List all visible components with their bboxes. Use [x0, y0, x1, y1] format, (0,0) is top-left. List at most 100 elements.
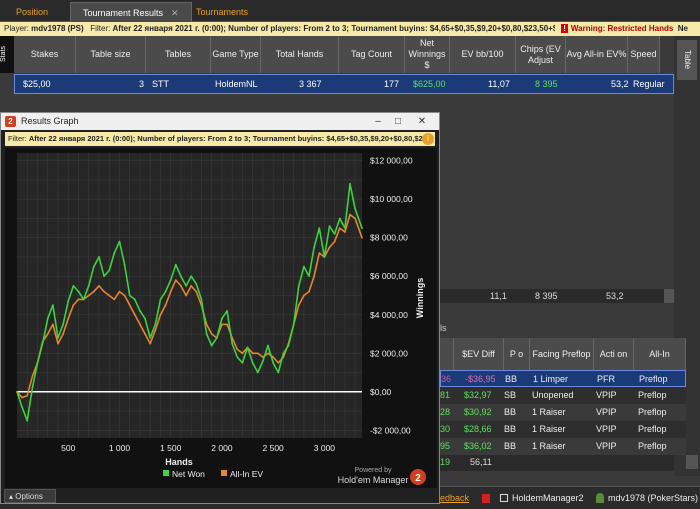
data-point — [226, 310, 228, 312]
data-point — [349, 213, 351, 216]
total-allin-ev: 53,2 — [606, 291, 624, 301]
table-row[interactable]: 36 -$36,95 BB 1 Limper PFR Preflop — [440, 370, 686, 387]
filter-value[interactable]: After 22 января 2021 г. (0:00); Number o… — [29, 134, 427, 143]
col-header[interactable]: Facing Preflop — [530, 338, 594, 370]
table-row[interactable]: 30 $28,66 BB 1 Raiser VPIP Preflop — [440, 421, 686, 438]
data-point — [308, 275, 310, 278]
x-tick-label: 2 000 — [211, 443, 233, 453]
total-chips: 8 395 — [535, 291, 558, 301]
table-row[interactable]: $25,00 3 STT HoldemNL 3 367 177 $625,00 … — [14, 74, 674, 94]
data-point — [297, 304, 300, 307]
close-icon[interactable]: ✕ — [171, 8, 179, 18]
user-name[interactable]: mdv1978 (PokerStars) — [608, 491, 698, 506]
cell-allin: Preflop — [638, 407, 667, 417]
table-row[interactable]: 81 $32,97 SB Unopened VPIP Preflop — [440, 387, 686, 404]
restricted-hands-warning[interactable]: ! Warning: Restricted Hands Ne — [555, 22, 688, 36]
data-point — [149, 342, 152, 345]
data-point — [51, 304, 54, 307]
data-point — [210, 344, 213, 347]
col-header[interactable]: All-In — [634, 338, 686, 370]
data-point — [41, 342, 44, 345]
info-icon[interactable]: i — [422, 133, 434, 145]
cell-ev-diff: -$36,95 — [465, 374, 496, 384]
col-header[interactable]: Tables — [146, 36, 211, 73]
data-point — [174, 279, 177, 281]
data-point — [313, 246, 316, 249]
data-point — [21, 406, 24, 409]
cell-table-size: 3 — [139, 79, 145, 89]
data-point — [139, 323, 141, 326]
data-point — [113, 298, 116, 301]
data-point — [128, 304, 131, 307]
col-header[interactable]: Speed — [628, 36, 660, 73]
data-point — [333, 232, 336, 235]
col-header[interactable]: Acti on — [594, 338, 634, 370]
col-header[interactable]: Tag Count — [339, 36, 405, 73]
cell-action: VPIP — [596, 390, 617, 400]
table-side-tab[interactable]: Table — [677, 40, 697, 80]
maximize-button[interactable]: □ — [387, 113, 409, 130]
scroll-down-button[interactable] — [664, 289, 674, 303]
data-point — [190, 275, 193, 278]
col-header[interactable]: Table size — [76, 36, 146, 73]
col-header[interactable]: Chips (EV Adjust — [516, 36, 566, 73]
close-button[interactable]: ✕ — [411, 113, 433, 130]
minimize-button[interactable]: – — [367, 113, 389, 130]
cell-position: BB — [505, 374, 518, 384]
col-header[interactable]: EV bb/100 — [450, 36, 516, 73]
cell-allin: Preflop — [638, 390, 667, 400]
data-point — [256, 352, 259, 355]
powered-by-text: Powered by — [355, 467, 392, 474]
data-point — [251, 352, 254, 355]
legend-label: All-In EV — [230, 469, 263, 479]
cell-tables: STT — [152, 79, 169, 89]
graph-window-titlebar[interactable]: 2 Results Graph – □ ✕ — [1, 113, 439, 130]
data-point — [267, 352, 269, 355]
data-point — [169, 290, 172, 293]
table-row[interactable]: 95 $36,02 BB 1 Raiser VPIP Preflop — [440, 438, 686, 455]
data-point — [267, 344, 269, 347]
col-header[interactable]: $EV Diff — [454, 338, 504, 370]
data-point — [31, 375, 34, 378]
col-header[interactable]: Stakes — [14, 36, 76, 73]
flag-icon[interactable] — [482, 494, 490, 503]
data-point — [174, 263, 177, 266]
stats-side-tab[interactable]: Stats — [0, 36, 14, 73]
data-point — [26, 394, 29, 397]
col-header-blank — [440, 338, 454, 370]
col-header[interactable]: Avg All-in EV% — [566, 36, 628, 73]
player-value[interactable]: mdv1978 (PS) — [31, 24, 83, 33]
data-point — [144, 317, 146, 320]
col-header[interactable]: Net Winnings $ — [405, 36, 450, 73]
data-point — [185, 284, 187, 287]
data-point — [328, 246, 331, 249]
filter-value[interactable]: After 22 января 2021 г. (0:00); Number o… — [113, 24, 573, 33]
feedback-link[interactable]: edback — [440, 491, 469, 506]
cell-frag: 95 — [440, 441, 451, 451]
data-point — [16, 390, 18, 393]
col-header[interactable]: Game Type — [211, 36, 261, 73]
data-point — [338, 227, 341, 230]
data-point — [185, 294, 187, 297]
cell-facing: 1 Raiser — [532, 407, 566, 417]
col-header[interactable]: P o — [504, 338, 530, 370]
tab-position[interactable]: Position — [4, 2, 60, 22]
x-tick-label: 1 000 — [109, 443, 131, 453]
cell-net-winnings: $625,00 — [413, 79, 446, 89]
tab-tournament-results[interactable]: Tournament Results ✕ — [70, 2, 192, 22]
cell-allin: Preflop — [638, 424, 667, 434]
results-chart[interactable]: $12 000,00 $10 000,00 $8 000,00 $6 000,00 $4… — [5, 148, 437, 488]
data-point — [361, 236, 363, 239]
options-button[interactable]: ▴ Options — [4, 489, 56, 503]
table-row[interactable]: 28 $30,92 BB 1 Raiser VPIP Preflop — [440, 404, 686, 421]
cell-total-hands: 3 367 — [299, 79, 322, 89]
data-point — [92, 290, 95, 293]
x-axis-label: Hands — [165, 457, 193, 467]
app-name: HoldemManager2 — [512, 493, 584, 503]
scroll-down-button[interactable] — [686, 455, 698, 469]
col-header[interactable]: Total Hands — [261, 36, 339, 73]
graph-window-title: Results Graph — [21, 116, 79, 126]
tab-tournaments[interactable]: Tournaments — [184, 2, 260, 22]
cell-chips-ev: 8 395 — [535, 79, 558, 89]
results-chart-svg: $12 000,00 $10 000,00 $8 000,00 $6 000,00 $4… — [16, 153, 426, 485]
